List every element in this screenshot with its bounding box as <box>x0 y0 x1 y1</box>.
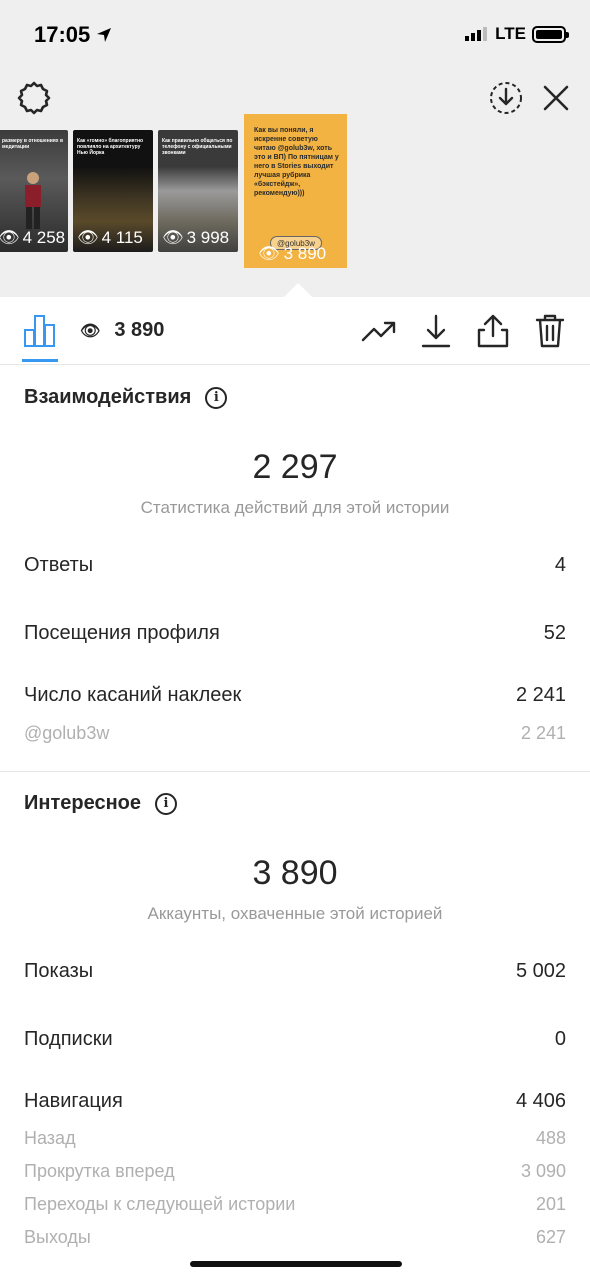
story-views: 👁 4 258 <box>0 228 66 247</box>
discovery-header: Интересное i <box>24 792 177 815</box>
stat-label: Выходы <box>24 1227 91 1247</box>
eye-icon: 👁 <box>77 228 99 247</box>
stat-value: 2 241 <box>520 723 566 743</box>
stat-value: 627 <box>535 1227 566 1247</box>
section-title: Интересное <box>24 792 141 814</box>
interactions-header: Взаимодействия i <box>24 386 228 409</box>
download-icon <box>421 314 451 348</box>
info-icon[interactable]: i <box>155 792 177 815</box>
story-toolbar: 👁 3 890 <box>0 297 590 365</box>
story-caption: Как «гомно» благоприятно повлияло на арх… <box>77 138 144 156</box>
status-indicators: LTE <box>465 24 569 44</box>
stat-subrow: Прокрутка вперед 3 090 <box>24 1161 566 1182</box>
story-views: 👁 3 998 <box>162 228 230 247</box>
stat-subrow: @golub3w 2 241 <box>24 723 566 744</box>
story-strip-area: 17:05 LTE размеру в отношениях в медитац… <box>0 0 590 297</box>
eye-icon: 👁 <box>80 322 101 340</box>
stat-label: Число касаний наклеек <box>24 684 242 706</box>
promote-button[interactable] <box>360 313 398 349</box>
location-arrow-icon <box>97 28 112 42</box>
status-time: 17:05 <box>34 22 112 48</box>
stat-label: Навигация <box>24 1090 123 1112</box>
eye-icon: 👁 <box>162 228 184 247</box>
story-caption: Как вы поняли, я искренне советую читаю … <box>254 127 339 197</box>
info-icon[interactable]: i <box>205 386 228 409</box>
stat-value: 201 <box>535 1194 566 1214</box>
interactions-subtitle: Статистика действий для этой истории <box>140 498 450 517</box>
close-button[interactable] <box>538 78 574 118</box>
story-thumbnail[interactable]: Как правильно общаться по телефону с офи… <box>158 130 238 252</box>
stat-row: Число касаний наклеек 2 241 <box>24 684 566 707</box>
stat-value: 0 <box>554 1028 566 1050</box>
stat-label: Назад <box>24 1128 76 1148</box>
trending-up-icon <box>361 321 396 342</box>
stat-row: Подписки 0 <box>24 1028 566 1051</box>
stat-value: 52 <box>543 622 566 644</box>
story-views: 👁 4 115 <box>77 228 143 247</box>
delete-button[interactable] <box>532 311 568 351</box>
story-views: 👁 3 890 <box>258 244 327 263</box>
stat-label: Показы <box>24 960 94 982</box>
stat-row: Показы 5 002 <box>24 960 566 983</box>
discovery-subtitle: Аккаунты, охваченные этой историей <box>147 904 443 923</box>
stat-value: 2 241 <box>515 684 566 706</box>
section-title: Взаимодействия <box>24 386 192 408</box>
network-type: LTE <box>495 24 526 43</box>
stat-value: 3 090 <box>520 1161 566 1181</box>
active-tab-indicator <box>22 359 58 362</box>
stat-label: Посещения профиля <box>24 622 220 644</box>
settings-button[interactable] <box>14 78 54 118</box>
download-circle-icon <box>490 82 522 114</box>
stat-value: 4 <box>554 554 566 576</box>
stat-label: Ответы <box>24 554 94 576</box>
gear-icon <box>17 81 51 115</box>
stat-label: Подписки <box>24 1028 113 1050</box>
download-button[interactable] <box>418 311 454 351</box>
home-indicator[interactable] <box>190 1261 402 1267</box>
stat-label: Прокрутка вперед <box>24 1161 175 1181</box>
interactions-total: 2 297 <box>252 448 338 486</box>
save-story-button[interactable] <box>486 78 526 118</box>
eye-icon: 👁 <box>258 244 280 263</box>
share-button[interactable] <box>474 311 512 351</box>
stat-value: 4 406 <box>515 1090 566 1112</box>
status-clock: 17:05 <box>34 22 91 47</box>
person-figure-image <box>25 172 41 229</box>
battery-icon <box>532 25 569 43</box>
stat-value: 488 <box>535 1128 566 1148</box>
stat-subrow: Назад 488 <box>24 1128 566 1149</box>
insights-tab[interactable] <box>22 313 58 349</box>
section-divider <box>0 771 590 772</box>
story-caption: размеру в отношениях в медитации <box>2 138 64 150</box>
stat-subrow: Переходы к следующей истории 201 <box>24 1194 566 1215</box>
story-caption: Как правильно общаться по телефону с офи… <box>162 138 233 156</box>
share-icon <box>477 314 509 348</box>
stat-label: @golub3w <box>24 723 110 743</box>
stat-row: Посещения профиля 52 <box>24 622 566 645</box>
stat-row: Ответы 4 <box>24 554 566 577</box>
story-thumbnail[interactable]: размеру в отношениях в медитации 👁 4 258 <box>0 130 68 252</box>
stat-subrow: Выходы 627 <box>24 1227 566 1248</box>
story-thumbnail-active[interactable]: Как вы поняли, я искренне советую читаю … <box>244 114 347 268</box>
signal-bars-icon <box>465 27 488 41</box>
discovery-total: 3 890 <box>252 854 338 892</box>
story-thumbnail[interactable]: Как «гомно» благоприятно повлияло на арх… <box>73 130 153 252</box>
stat-value: 5 002 <box>515 960 566 982</box>
trash-icon <box>535 314 565 348</box>
stat-label: Переходы к следующей истории <box>24 1194 296 1214</box>
eye-icon: 👁 <box>0 228 20 247</box>
bar-chart-icon <box>24 315 55 347</box>
viewers-count[interactable]: 👁 3 890 <box>80 319 164 342</box>
stat-row: Навигация 4 406 <box>24 1090 566 1113</box>
selection-pointer <box>284 283 312 297</box>
close-icon <box>543 85 569 111</box>
